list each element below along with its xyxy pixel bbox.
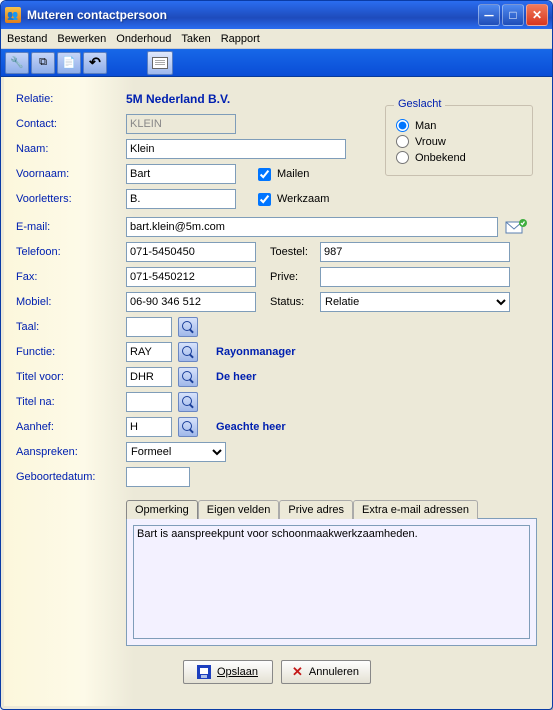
label-salutation: Aanhef: [16,421,126,433]
salutation-lookup-button[interactable] [178,417,198,437]
label-titleafter: Titel na: [16,396,126,408]
function-lookup-button[interactable] [178,342,198,362]
maximize-button[interactable]: □ [502,4,524,26]
label-language: Taal: [16,321,126,333]
label-fax: Fax: [16,271,126,283]
tab-body: Bart is aanspreekpunt voor schoonmaakwer… [126,518,537,646]
search-icon [182,321,194,333]
minimize-button[interactable]: － [478,4,500,26]
function-desc: Rayonmanager [216,346,295,358]
tab-private-address[interactable]: Prive adres [279,500,353,519]
titlebefore-lookup-button[interactable] [178,367,198,387]
gender-female-radio[interactable] [396,135,409,148]
language-input[interactable] [126,317,172,337]
cancel-button[interactable]: ✕ Annuleren [281,660,371,684]
contact-field [126,114,236,134]
menu-maint[interactable]: Onderhoud [116,33,171,45]
window: 👥 Muteren contactpersoon － □ ✕ Bestand B… [0,0,553,710]
language-lookup-button[interactable] [178,317,198,337]
search-icon [182,346,194,358]
active-checkbox-label[interactable]: Werkzaam [258,193,329,206]
label-email: E-mail: [16,221,126,233]
label-birthdate: Geboortedatum: [16,471,126,483]
menu-edit[interactable]: Bewerken [57,33,106,45]
label-relation: Relatie: [16,93,126,105]
label-function: Functie: [16,346,126,358]
menu-file[interactable]: Bestand [7,33,47,45]
search-icon [182,396,194,408]
label-private: Prive: [270,271,320,283]
active-checkbox[interactable] [258,193,271,206]
app-icon: 👥 [5,7,21,23]
label-firstname: Voornaam: [16,168,126,180]
address-as-select[interactable]: Formeel [126,442,226,462]
gender-legend: Geslacht [394,98,445,110]
initials-input[interactable] [126,189,236,209]
save-button[interactable]: Opslaan [183,660,273,684]
tool-notes-button[interactable] [147,51,173,75]
fax-input[interactable] [126,267,256,287]
mailing-checkbox[interactable] [258,168,271,181]
titleafter-lookup-button[interactable] [178,392,198,412]
search-icon [182,421,194,433]
cancel-button-label: Annuleren [309,666,359,678]
function-input[interactable] [126,342,172,362]
tool-undo-button[interactable]: ↶ [83,52,107,74]
tab-bar: Opmerking Eigen velden Prive adres Extra… [126,499,537,518]
phone-input[interactable] [126,242,256,262]
company-name: 5M Nederland B.V. [126,92,230,106]
name-input[interactable] [126,139,346,159]
firstname-input[interactable] [126,164,236,184]
content: Relatie: 5M Nederland B.V. Contact: Naam… [4,77,549,706]
extension-input[interactable] [320,242,510,262]
tool-key-button[interactable]: 🔧 [5,52,29,74]
salutation-input[interactable] [126,417,172,437]
tool-copy-button[interactable]: ⧉ [31,52,55,74]
menubar: Bestand Bewerken Onderhoud Taken Rapport [1,29,552,49]
label-status: Status: [270,296,320,308]
label-contact: Contact: [16,118,126,130]
label-extension: Toestel: [270,246,320,258]
salutation-desc: Geachte heer [216,421,286,433]
save-button-label: Opslaan [217,666,258,678]
titlebar: 👥 Muteren contactpersoon － □ ✕ [1,1,552,29]
tab-extra-emails[interactable]: Extra e-mail adressen [353,500,478,519]
gender-unknown-label[interactable]: Onbekend [396,151,522,164]
label-mobile: Mobiel: [16,296,126,308]
mobile-input[interactable] [126,292,256,312]
remarks-textarea[interactable]: Bart is aanspreekpunt voor schoonmaakwer… [133,525,530,639]
label-initials: Voorletters: [16,193,126,205]
tool-paste-button[interactable]: 📄 [57,52,81,74]
mailing-checkbox-label[interactable]: Mailen [258,168,309,181]
gender-unknown-radio[interactable] [396,151,409,164]
label-name: Naam: [16,143,126,155]
menu-tasks[interactable]: Taken [181,33,210,45]
birthdate-input[interactable] [126,467,190,487]
label-phone: Telefoon: [16,246,126,258]
gender-female-label[interactable]: Vrouw [396,135,522,148]
send-mail-icon[interactable] [504,218,528,236]
toolbar: 🔧 ⧉ 📄 ↶ [1,49,552,77]
label-address-as: Aanspreken: [16,446,126,458]
cancel-icon: ✕ [292,664,303,680]
window-title: Muteren contactpersoon [27,8,478,22]
search-icon [182,371,194,383]
titlebefore-input[interactable] [126,367,172,387]
notes-icon [152,57,168,69]
titleafter-input[interactable] [126,392,172,412]
gender-male-radio[interactable] [396,119,409,132]
gender-male-label[interactable]: Man [396,119,522,132]
titlebefore-desc: De heer [216,371,256,383]
email-input[interactable] [126,217,498,237]
private-input[interactable] [320,267,510,287]
status-select[interactable]: Relatie [320,292,510,312]
label-titlebefore: Titel voor: [16,371,126,383]
close-button[interactable]: ✕ [526,4,548,26]
menu-report[interactable]: Rapport [221,33,260,45]
save-icon [197,665,211,679]
tab-custom-fields[interactable]: Eigen velden [198,500,280,519]
tab-remarks[interactable]: Opmerking [126,500,198,519]
gender-fieldset: Geslacht Man Vrouw Onbekend [385,105,533,176]
